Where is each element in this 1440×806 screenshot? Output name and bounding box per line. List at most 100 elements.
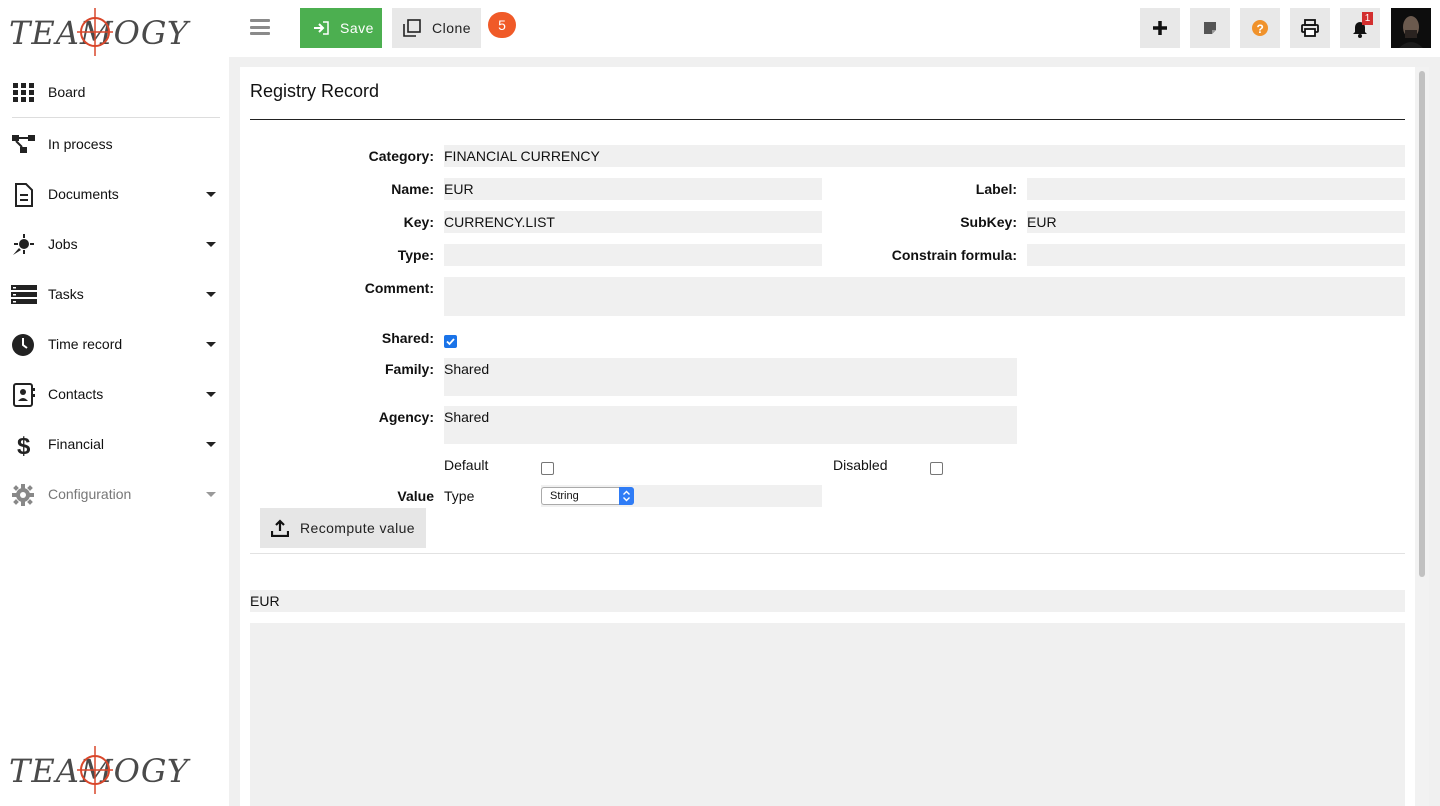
key-field[interactable]: CURRENCY.LIST <box>444 211 822 233</box>
value-type-label: Type <box>444 488 475 504</box>
disabled-checkbox[interactable] <box>930 462 943 475</box>
select-arrows-icon <box>619 487 634 505</box>
notifications-button[interactable]: 1 <box>1340 8 1380 48</box>
question-icon: ? <box>1252 20 1268 36</box>
check-icon <box>446 338 455 346</box>
comment-textarea[interactable] <box>444 277 1405 316</box>
notes-button[interactable] <box>1190 8 1230 48</box>
plus-icon <box>1153 21 1167 35</box>
grid-icon <box>13 83 34 102</box>
sidebar-item-financial[interactable]: $ Financial <box>0 424 220 464</box>
constrain-formula-field[interactable] <box>1027 244 1405 266</box>
section-divider <box>250 553 1405 554</box>
top-bar: Save Clone 5 ? 1 <box>229 0 1440 57</box>
shared-label: Shared: <box>381 330 434 346</box>
sign-in-icon <box>314 21 329 35</box>
sidebar-item-documents[interactable]: Documents <box>0 174 220 214</box>
rocket-icon <box>13 234 34 255</box>
svg-text:?: ? <box>1257 22 1264 36</box>
name-field[interactable]: EUR <box>444 178 822 200</box>
document-icon <box>15 183 33 207</box>
agency-field[interactable]: Shared <box>444 406 1017 444</box>
type-label: Type: <box>397 247 434 263</box>
clock-icon <box>12 334 34 356</box>
sidebar-item-contacts[interactable]: Contacts <box>0 374 220 414</box>
sidebar-item-board[interactable]: Board <box>0 72 220 112</box>
value-label: Value <box>397 488 434 504</box>
subkey-field[interactable]: EUR <box>1027 211 1405 233</box>
chevron-down-icon <box>206 492 216 497</box>
type-field[interactable] <box>444 244 822 266</box>
result-editor-area[interactable] <box>250 623 1405 806</box>
disabled-label: Disabled <box>833 457 888 473</box>
count-badge[interactable]: 5 <box>488 12 516 38</box>
sidebar-item-label: Time record <box>48 336 123 352</box>
add-button[interactable] <box>1140 8 1180 48</box>
sidebar-item-time-record[interactable]: Time record <box>0 324 220 364</box>
process-icon <box>12 135 35 153</box>
label-field[interactable] <box>1027 178 1405 200</box>
default-label: Default <box>444 457 489 473</box>
sidebar-item-label: Tasks <box>48 286 84 302</box>
family-field[interactable]: Shared <box>444 358 1017 396</box>
sidebar-item-tasks[interactable]: Tasks <box>0 274 220 314</box>
recompute-value-button[interactable]: Recompute value <box>260 508 426 548</box>
scrollbar-thumb[interactable] <box>1419 71 1425 577</box>
menu-icon[interactable] <box>250 19 270 35</box>
updown-icon <box>623 490 630 502</box>
clone-label: Clone <box>432 20 472 36</box>
title-divider <box>250 119 1405 120</box>
page-title: Registry Record <box>250 81 380 101</box>
sidebar-item-in-process[interactable]: In process <box>0 124 220 164</box>
crosshair-icon <box>77 8 113 56</box>
comment-label: Comment: <box>364 280 434 296</box>
avatar-image <box>1391 8 1431 48</box>
copy-icon <box>403 19 421 37</box>
family-label: Family: <box>384 361 434 377</box>
chevron-down-icon <box>206 342 216 347</box>
key-label: Key: <box>403 214 434 230</box>
save-button[interactable]: Save <box>300 8 382 48</box>
crosshair-icon <box>77 746 113 794</box>
chevron-down-icon <box>206 242 216 247</box>
print-button[interactable] <box>1290 8 1330 48</box>
help-button[interactable]: ? <box>1240 8 1280 48</box>
default-checkbox[interactable] <box>541 462 554 475</box>
result-value-field[interactable]: EUR <box>250 590 1405 612</box>
sidebar-item-label: Configuration <box>48 486 132 502</box>
constrain-formula-label: Constrain formula: <box>891 247 1017 263</box>
contacts-icon <box>13 383 35 407</box>
sidebar-item-label: Contacts <box>48 386 104 402</box>
chevron-down-icon <box>206 292 216 297</box>
chevron-down-icon <box>206 192 216 197</box>
dollar-icon: $ <box>17 433 31 457</box>
sidebar-item-label: Board <box>48 84 86 100</box>
value-type-selected: String <box>550 490 579 502</box>
sidebar-item-configuration[interactable]: Configuration <box>0 474 220 514</box>
printer-icon <box>1301 19 1319 37</box>
shared-checkbox[interactable] <box>444 335 457 348</box>
chevron-down-icon <box>206 392 216 397</box>
upload-icon <box>271 519 289 537</box>
sidebar-item-label: Jobs <box>48 236 78 252</box>
sidebar: TEAMOGY Board In process Documents Jobs … <box>0 0 229 806</box>
save-label: Save <box>340 20 374 36</box>
chevron-down-icon <box>206 442 216 447</box>
notification-count-badge: 1 <box>1362 12 1373 25</box>
subkey-label: SubKey: <box>960 214 1017 230</box>
sidebar-item-label: Documents <box>48 186 119 202</box>
name-label: Name: <box>391 181 434 197</box>
sidebar-item-label: In process <box>48 136 113 152</box>
category-field[interactable]: FINANCIAL CURRENCY <box>444 145 1405 167</box>
svg-text:$: $ <box>17 433 31 457</box>
sticky-note-icon <box>1204 22 1216 34</box>
sidebar-divider <box>12 117 220 118</box>
brand-logo[interactable]: TEAMOGY <box>9 6 188 58</box>
sidebar-item-label: Financial <box>48 436 105 452</box>
agency-label: Agency: <box>378 409 434 425</box>
sidebar-item-jobs[interactable]: Jobs <box>0 224 220 264</box>
clone-button[interactable]: Clone <box>392 8 481 48</box>
user-avatar[interactable] <box>1391 8 1431 48</box>
vertical-scrollbar[interactable] <box>1415 67 1429 806</box>
value-type-select[interactable]: String <box>541 487 634 505</box>
